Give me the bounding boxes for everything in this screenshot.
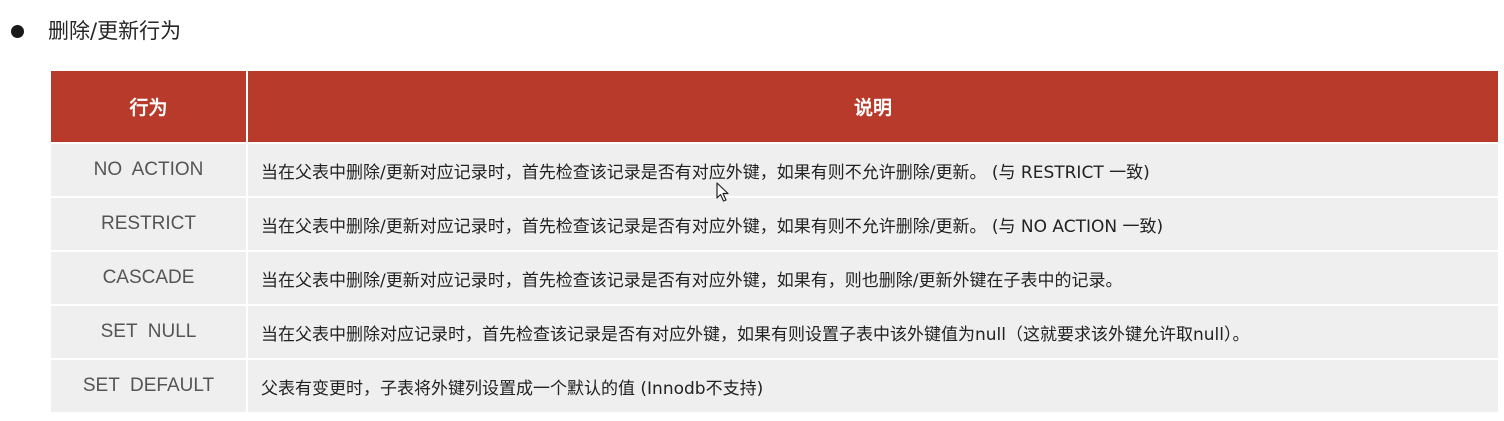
description-cell: 当在父表中删除/更新对应记录时，首先检查该记录是否有对应外键，如果有，则也删除/… <box>247 250 1498 305</box>
table-row: CASCADE 当在父表中删除/更新对应记录时，首先检查该记录是否有对应外键，如… <box>51 250 1498 305</box>
description-cell: 当在父表中删除/更新对应记录时，首先检查该记录是否有对应外键，如果有则不允许删除… <box>247 196 1498 251</box>
action-cell: SET DEFAULT <box>51 358 248 412</box>
bullet-dot <box>11 25 24 38</box>
action-cell: RESTRICT <box>51 196 248 251</box>
table-header-row: 行为 说明 <box>51 71 1498 143</box>
action-cell: CASCADE <box>51 250 248 305</box>
description-cell: 父表有变更时，子表将外键列设置成一个默认的值 (Innodb不支持) <box>247 358 1498 412</box>
action-cell: NO ACTION <box>51 142 248 197</box>
header-description: 说明 <box>247 71 1498 143</box>
slide: 删除/更新行为 行为 说明 NO ACTION 当在父表中删除/更新对应记录时，… <box>0 0 1504 421</box>
description-cell: 当在父表中删除/更新对应记录时，首先检查该记录是否有对应外键，如果有则不允许删除… <box>247 142 1498 197</box>
behavior-table: 行为 说明 NO ACTION 当在父表中删除/更新对应记录时，首先检查该记录是… <box>51 71 1498 412</box>
table-row: SET NULL 当在父表中删除对应记录时，首先检查该记录是否有对应外键，如果有… <box>51 304 1498 359</box>
description-cell: 当在父表中删除对应记录时，首先检查该记录是否有对应外键，如果有则设置子表中该外键… <box>247 304 1498 359</box>
section-heading: 删除/更新行为 <box>48 19 182 43</box>
mouse-pointer-icon <box>716 182 729 202</box>
table-row: SET DEFAULT 父表有变更时，子表将外键列设置成一个默认的值 (Inno… <box>51 358 1498 412</box>
action-cell: SET NULL <box>51 304 248 359</box>
header-action: 行为 <box>51 71 248 143</box>
table-row: NO ACTION 当在父表中删除/更新对应记录时，首先检查该记录是否有对应外键… <box>51 142 1498 197</box>
table-row: RESTRICT 当在父表中删除/更新对应记录时，首先检查该记录是否有对应外键，… <box>51 196 1498 251</box>
